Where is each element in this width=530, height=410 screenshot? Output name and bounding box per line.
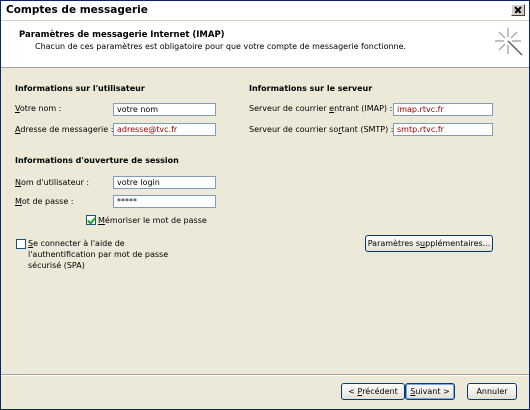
title-bar: Comptes de messagerie [1, 1, 529, 21]
name-field[interactable] [113, 103, 216, 116]
outgoing-server-field[interactable] [393, 123, 493, 136]
username-label: Nom d'utilisateur : [15, 178, 90, 187]
email-field[interactable] [113, 123, 216, 136]
spa-checkbox[interactable] [16, 239, 26, 249]
spa-label-line3[interactable]: sécurisé (SPA) [28, 261, 85, 270]
close-icon[interactable] [511, 4, 525, 16]
password-label: Mot de passe : [15, 197, 74, 206]
username-field[interactable] [113, 176, 216, 189]
incoming-server-label: Serveur de courrier entrant (IMAP) : [249, 104, 393, 113]
next-button[interactable]: Suivant > [405, 383, 455, 400]
outgoing-server-label: Serveur de courrier sortant (SMTP) : [249, 125, 394, 134]
spa-label-line1[interactable]: Se connecter à l'aide de [28, 239, 125, 248]
name-label: Votre nom : [15, 104, 62, 113]
email-label: Adresse de messagerie : [15, 125, 114, 134]
user-info-title: Informations sur l'utilisateur [15, 84, 145, 93]
header-subtitle: Chacun de ces paramètres est obligatoire… [35, 42, 407, 51]
more-settings-button[interactable]: Paramètres supplémentaires... [365, 235, 493, 252]
login-info-title: Informations d'ouverture de session [15, 156, 179, 165]
incoming-server-field[interactable] [393, 103, 493, 116]
dialog-window: Comptes de messagerie Paramètres de mess… [0, 0, 530, 410]
cancel-button[interactable]: Annuler [467, 383, 517, 400]
back-button[interactable]: < Précédent [341, 383, 405, 400]
spa-label-line2[interactable]: l'authentification par mot de passe [28, 250, 168, 259]
header-title: Paramètres de messagerie Internet (IMAP) [19, 30, 225, 40]
wizard-sparkle-icon [495, 28, 523, 56]
remember-password-checkbox[interactable] [86, 215, 96, 225]
window-title: Comptes de messagerie [6, 4, 148, 16]
wizard-header: Paramètres de messagerie Internet (IMAP)… [1, 21, 529, 68]
server-info-title: Informations sur le serveur [249, 84, 373, 93]
password-field[interactable] [113, 195, 216, 208]
remember-password-label[interactable]: Mémoriser le mot de passe [98, 216, 207, 225]
footer-divider [1, 374, 529, 376]
